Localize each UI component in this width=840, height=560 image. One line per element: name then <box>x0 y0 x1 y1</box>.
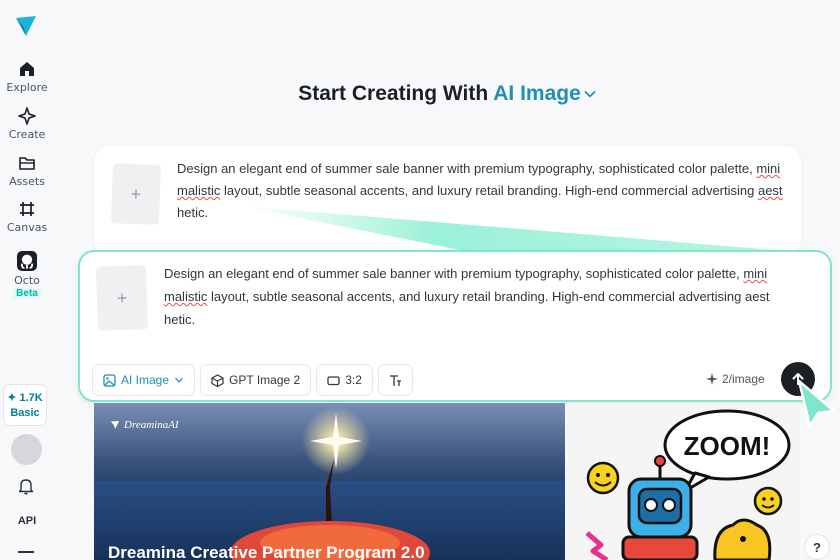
octo-icon <box>17 251 37 271</box>
prompt-input-card: + Design an elegant end of summer sale b… <box>78 250 832 402</box>
misspelled-word: malistic <box>177 183 221 198</box>
brand-name: DreaminaAI <box>124 419 179 431</box>
folder-icon <box>19 157 35 170</box>
mode-dropdown-label: AI Image <box>121 373 170 387</box>
credit-cost: 2/image <box>706 372 765 386</box>
featured-banner[interactable]: DreaminaAI Dreamina Creative Partner Pro… <box>94 403 565 560</box>
zoom-caption: ZOOM! <box>684 431 771 461</box>
sidebar-item-label: Octo <box>14 274 40 287</box>
bell-icon[interactable] <box>17 477 35 495</box>
sidebar-item-label: Assets <box>9 175 45 188</box>
text-style-button[interactable] <box>377 364 413 396</box>
misspelled-word: mini <box>743 266 768 281</box>
chevron-down-icon <box>584 91 596 99</box>
gallery-artwork: ZOOM! <box>585 409 791 560</box>
home-icon <box>20 62 34 76</box>
banner-title: Dreamina Creative Partner Program 2.0 <box>108 543 425 560</box>
prompt-preview-line: Design an elegant end of summer sale ban… <box>177 161 757 176</box>
sparkle-icon <box>706 373 718 385</box>
page-title: Start Creating With AI Image <box>0 82 840 106</box>
prompt-line: Design an elegant end of summer sale ban… <box>164 266 744 281</box>
misspelled-word: mini <box>756 161 781 176</box>
mode-dropdown[interactable]: AI Image <box>92 364 196 396</box>
sidebar-item-assets[interactable]: Assets <box>0 154 54 188</box>
sidebar-collapse-handle[interactable] <box>18 551 34 553</box>
mouse-pointer-icon <box>797 379 836 428</box>
sidebar-item-label: Create <box>8 128 46 141</box>
aspect-ratio-label: 3:2 <box>345 373 362 387</box>
cube-icon <box>211 373 224 387</box>
api-link[interactable]: API <box>0 515 54 527</box>
credits-badge[interactable]: ✦ 1.7K Basic <box>3 384 47 426</box>
prompt-line: layout, subtle seasonal accents, and lux… <box>207 289 770 304</box>
text-icon <box>389 374 401 386</box>
gallery-tile[interactable]: ZOOM! <box>567 403 800 560</box>
frame-icon <box>20 202 34 216</box>
generation-toolbar: AI Image GPT Image 2 3:2 <box>92 364 413 396</box>
dreamina-logo-icon[interactable] <box>14 14 38 38</box>
credit-cost-label: 2/image <box>722 372 765 386</box>
brand-logo: DreaminaAI <box>110 419 179 431</box>
prompt-input[interactable]: Design an elegant end of summer sale ban… <box>164 262 814 331</box>
misspelled-word: aest <box>757 183 783 198</box>
avatar[interactable] <box>11 434 42 465</box>
prompt-line: hetic. <box>164 312 196 327</box>
plan-label: Basic <box>10 407 40 419</box>
mode-label: AI Image <box>493 82 581 105</box>
help-button[interactable]: ? <box>804 534 830 560</box>
dreamina-logo-icon <box>110 420 120 430</box>
sparkle-icon <box>18 107 36 125</box>
model-label: GPT Image 2 <box>229 373 301 387</box>
aspect-ratio-icon <box>327 375 340 385</box>
sidebar-item-create[interactable]: Create <box>0 107 54 141</box>
image-icon <box>103 373 116 387</box>
page-title-prefix: Start Creating With <box>298 82 494 105</box>
beta-badge: Beta <box>13 288 41 299</box>
chevron-down-icon <box>175 377 183 383</box>
sidebar-item-canvas[interactable]: Canvas <box>0 200 54 234</box>
model-selector[interactable]: GPT Image 2 <box>200 364 312 396</box>
reference-image-slot: + <box>110 163 162 225</box>
sidebar-item-label: Canvas <box>6 221 48 234</box>
add-reference-image-button[interactable]: + <box>95 265 149 331</box>
sidebar-item-octo[interactable]: Octo Beta <box>0 251 54 299</box>
mode-selector[interactable]: AI Image <box>493 82 596 105</box>
misspelled-word: malistic <box>164 289 208 304</box>
help-icon: ? <box>813 539 821 555</box>
credits-amount: ✦ 1.7K <box>7 392 43 404</box>
aspect-ratio-selector[interactable]: 3:2 <box>316 364 373 396</box>
prompt-preview-line: layout, subtle seasonal accents, and lux… <box>220 183 758 198</box>
